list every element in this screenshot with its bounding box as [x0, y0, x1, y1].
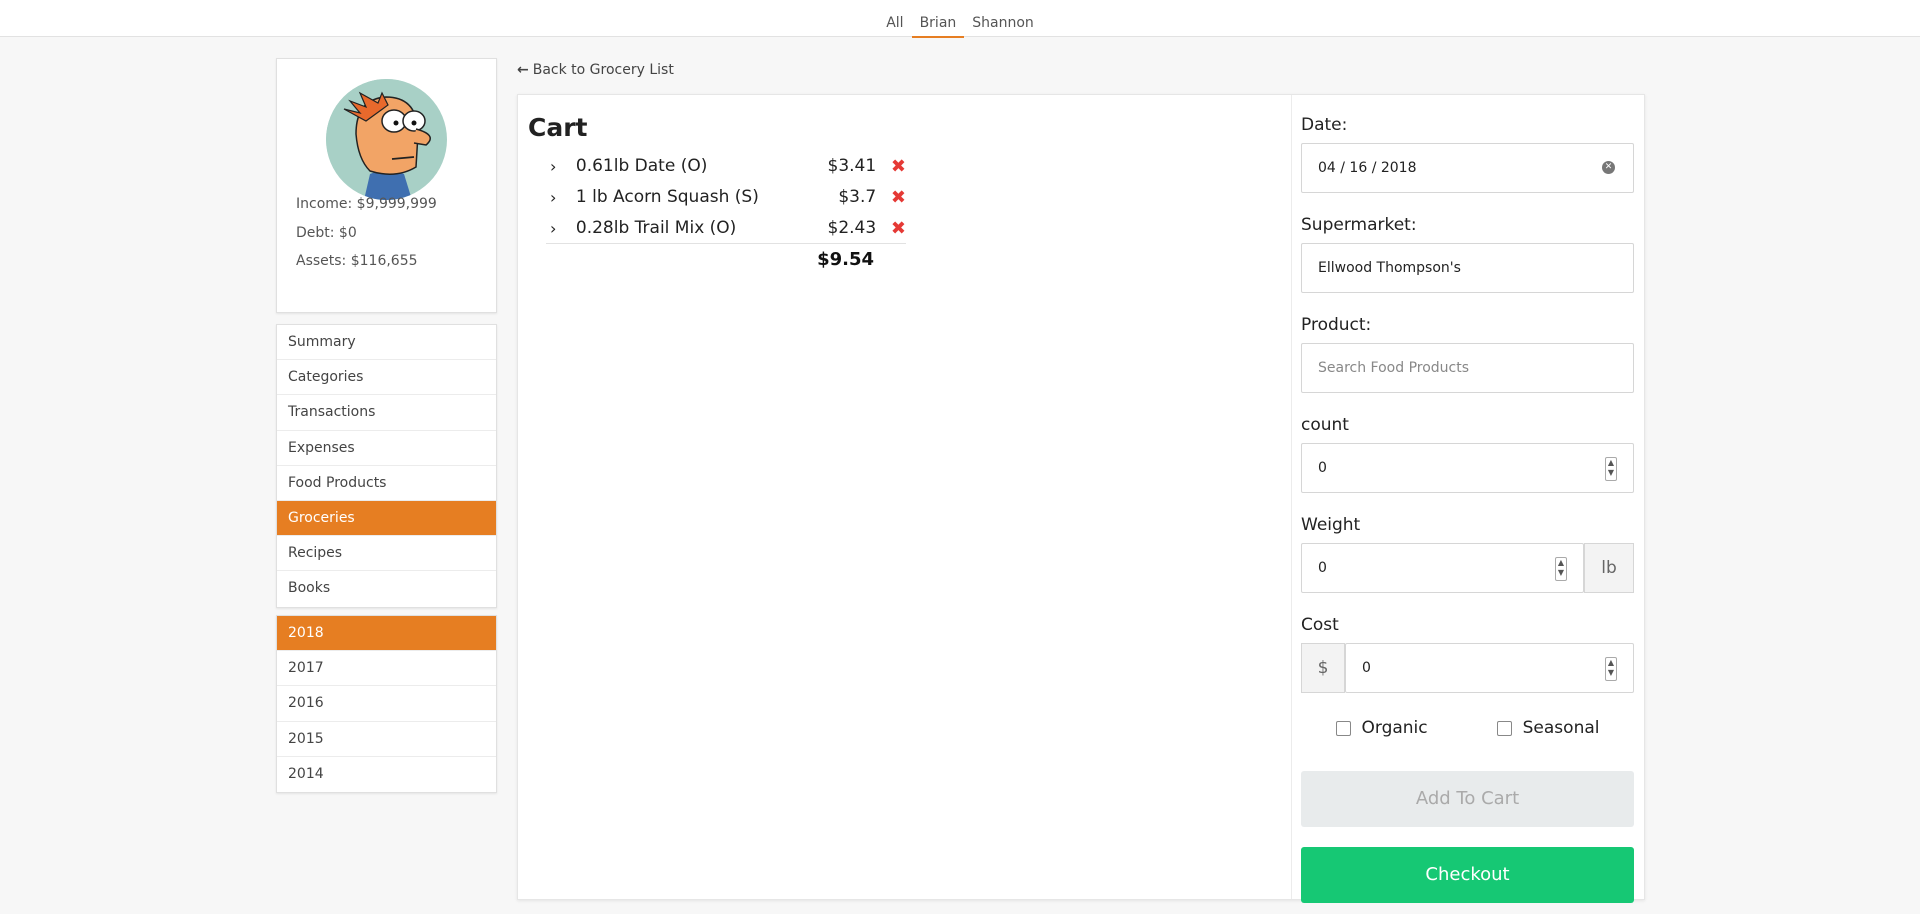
date-label: Date: [1301, 115, 1348, 135]
checkout-button[interactable]: Checkout [1301, 847, 1634, 903]
cost-label: Cost [1301, 615, 1339, 635]
supermarket-field [1301, 243, 1634, 293]
checkbox-row: Organic Seasonal [1301, 713, 1634, 743]
menu-item-groceries[interactable]: Groceries [277, 500, 496, 537]
delete-icon[interactable]: ✖ [876, 187, 906, 208]
count-stepper[interactable]: ▲ ▼ [1605, 457, 1617, 481]
income-stat: Income: $9,999,999 [296, 196, 437, 212]
seasonal-checkbox[interactable]: Seasonal [1496, 718, 1600, 738]
menu-item-transactions[interactable]: Transactions [277, 395, 496, 431]
date-input[interactable] [1302, 144, 1633, 192]
add-to-cart-button[interactable]: Add To Cart [1301, 771, 1634, 827]
tab-brian[interactable]: Brian [911, 14, 965, 38]
menu-item-recipes[interactable]: Recipes [277, 536, 496, 572]
delete-icon[interactable]: ✖ [876, 156, 906, 177]
count-label: count [1301, 415, 1349, 435]
year-menu: 2018 2017 2016 2015 2014 [276, 615, 497, 793]
product-label: Product: [1301, 315, 1372, 335]
seasonal-label: Seasonal [1522, 718, 1600, 738]
cost-stepper[interactable]: ▲ ▼ [1605, 657, 1617, 681]
cart-list: › 0.61lb Date (O) $3.41 ✖ › 1 lb Acorn S… [546, 151, 906, 275]
supermarket-input[interactable] [1302, 244, 1633, 292]
weight-input[interactable] [1302, 544, 1583, 592]
year-item-2017[interactable]: 2017 [277, 651, 496, 687]
clear-date-icon[interactable]: ✕ [1602, 161, 1615, 174]
weight-unit: lb [1584, 543, 1634, 593]
top-nav: All Brian Shannon [0, 0, 1920, 38]
cart-item-price: $2.43 [827, 218, 877, 238]
cart-item-price: $3.7 [838, 187, 877, 207]
date-field: ✕ [1301, 143, 1634, 193]
cart-item-name: 0.61lb Date (O) [575, 156, 708, 176]
checkbox-icon[interactable] [1335, 720, 1351, 736]
menu-item-summary[interactable]: Summary [277, 325, 496, 361]
tab-shannon[interactable]: Shannon [964, 14, 1042, 38]
panel-divider [1291, 95, 1292, 899]
count-field: ▲▼ [1301, 443, 1634, 493]
cost-input[interactable] [1346, 644, 1633, 692]
product-search-input[interactable] [1302, 344, 1633, 392]
chevron-right-icon[interactable]: › [546, 157, 568, 176]
product-field [1301, 343, 1634, 393]
main-menu: Summary Categories Transactions Expenses… [276, 324, 497, 608]
menu-item-food-products[interactable]: Food Products [277, 466, 496, 501]
cart-item-name: 1 lb Acorn Squash (S) [575, 187, 759, 207]
avatar [326, 79, 447, 200]
profile-card: Income: $9,999,999 Debt: $0 Assets: $116… [276, 58, 497, 313]
weight-field: ▲▼ lb [1301, 543, 1634, 593]
cart-item-name: 0.28lb Trail Mix (O) [575, 218, 737, 238]
year-item-2014[interactable]: 2014 [277, 757, 496, 792]
back-to-grocery-list-link[interactable]: ← Back to Grocery List [517, 62, 674, 78]
chevron-right-icon[interactable]: › [546, 188, 568, 207]
cart-item: › 0.61lb Date (O) $3.41 ✖ [546, 151, 906, 182]
cart-item: › 0.28lb Trail Mix (O) $2.43 ✖ [546, 213, 906, 244]
count-input[interactable] [1302, 444, 1633, 492]
avatar-illustration [326, 79, 446, 200]
year-item-2015[interactable]: 2015 [277, 722, 496, 757]
checkbox-icon[interactable] [1496, 720, 1512, 736]
grocery-panel: Cart › 0.61lb Date (O) $3.41 ✖ › 1 lb Ac… [517, 94, 1645, 903]
weight-label: Weight [1301, 515, 1361, 535]
debt-stat: Debt: $0 [296, 225, 357, 241]
assets-stat: Assets: $116,655 [296, 253, 418, 269]
tab-all[interactable]: All [878, 14, 911, 38]
year-item-2016[interactable]: 2016 [277, 686, 496, 722]
weight-stepper[interactable]: ▲ ▼ [1555, 557, 1567, 581]
year-item-2018[interactable]: 2018 [277, 616, 496, 652]
menu-item-expenses[interactable]: Expenses [277, 431, 496, 466]
cart-total: $9.54 [817, 249, 874, 270]
arrow-left-icon: ← [517, 62, 529, 78]
organic-checkbox[interactable]: Organic [1335, 718, 1428, 738]
menu-item-books[interactable]: Books [277, 571, 496, 606]
back-link-label: Back to Grocery List [532, 62, 674, 78]
delete-icon[interactable]: ✖ [876, 218, 906, 239]
add-item-form: Date: ✕ Supermarket: Product: count ▲▼ W… [1301, 115, 1634, 903]
cart-title: Cart [528, 113, 588, 142]
cost-field: $ ▲▼ [1301, 643, 1634, 693]
currency-prefix: $ [1301, 643, 1345, 693]
cart-item-price: $3.41 [827, 156, 877, 176]
chevron-right-icon[interactable]: › [546, 219, 568, 238]
menu-item-categories[interactable]: Categories [277, 360, 496, 396]
supermarket-label: Supermarket: [1301, 215, 1417, 235]
organic-label: Organic [1361, 718, 1428, 738]
cart-item: › 1 lb Acorn Squash (S) $3.7 ✖ [546, 182, 906, 213]
